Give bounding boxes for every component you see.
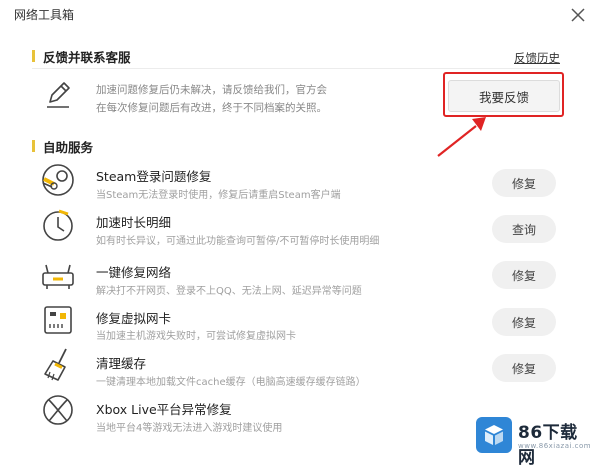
steam-repair-button[interactable]: 修复: [492, 169, 556, 197]
feedback-history-link[interactable]: 反馈历史: [514, 50, 560, 66]
virtual-nic-desc: 当加速主机游戏失败时，可尝试修复虚拟网卡: [96, 331, 296, 342]
arrow-annotation-icon: [437, 117, 486, 157]
close-icon: [571, 8, 585, 22]
network-repair-button[interactable]: 修复: [492, 261, 556, 289]
router-icon: [38, 256, 78, 296]
close-button[interactable]: [566, 3, 590, 27]
section-accent-bar: [32, 140, 35, 152]
steam-icon: [38, 160, 78, 200]
time-detail-title: 加速时长明细: [96, 215, 172, 230]
pencil-icon: [38, 74, 78, 114]
network-card-icon: [38, 300, 78, 340]
clear-cache-desc: 一键清理本地加载文件cache缓存（电脑高速缓存缓存链路）: [96, 377, 366, 388]
clear-cache-title: 清理缓存: [96, 356, 147, 371]
feedback-section-heading: 反馈并联系客服: [32, 48, 131, 65]
feedback-description-line2: 在每次修复问题后有改进，终于不同档案的关照。: [96, 102, 327, 114]
xbox-repair-title: Xbox Live平台异常修复: [96, 402, 232, 417]
feedback-description-line1: 加速问题修复后仍未解决，请反馈给我们，官方会: [96, 84, 327, 96]
steam-repair-title: Steam登录问题修复: [96, 169, 212, 184]
self-help-section-heading: 自助服务: [32, 138, 93, 155]
clear-cache-button[interactable]: 修复: [492, 354, 556, 382]
time-detail-query-button[interactable]: 查询: [492, 215, 556, 243]
virtual-nic-repair-button[interactable]: 修复: [492, 308, 556, 336]
title-bar: 网络工具箱: [0, 0, 596, 30]
broom-icon: [38, 344, 78, 384]
network-repair-desc: 解决打不开网页、登录不上QQ、无法上网、延迟异常等问题: [96, 286, 362, 297]
divider: [32, 68, 560, 69]
site-watermark: 86下载网 www.86xiazai.com: [476, 412, 594, 468]
section-accent-bar: [32, 50, 35, 62]
xbox-repair-desc: 当地平台4等游戏无法进入游戏时建议使用: [96, 423, 283, 434]
virtual-nic-title: 修复虚拟网卡: [96, 311, 172, 326]
cube-logo-icon: [476, 417, 512, 453]
window-title: 网络工具箱: [14, 8, 75, 22]
steam-repair-desc: 当Steam无法登录时使用，修复后请重启Steam客户端: [96, 190, 341, 201]
time-detail-desc: 如有时长异议，可通过此功能查询可暂停/不可暂停时长使用明细: [96, 236, 380, 247]
clock-icon: [38, 206, 78, 246]
feedback-button[interactable]: 我要反馈: [448, 80, 560, 112]
network-repair-title: 一键修复网络: [96, 265, 172, 280]
watermark-url: www.86xiazai.com: [518, 442, 592, 450]
xbox-icon: [38, 390, 78, 430]
